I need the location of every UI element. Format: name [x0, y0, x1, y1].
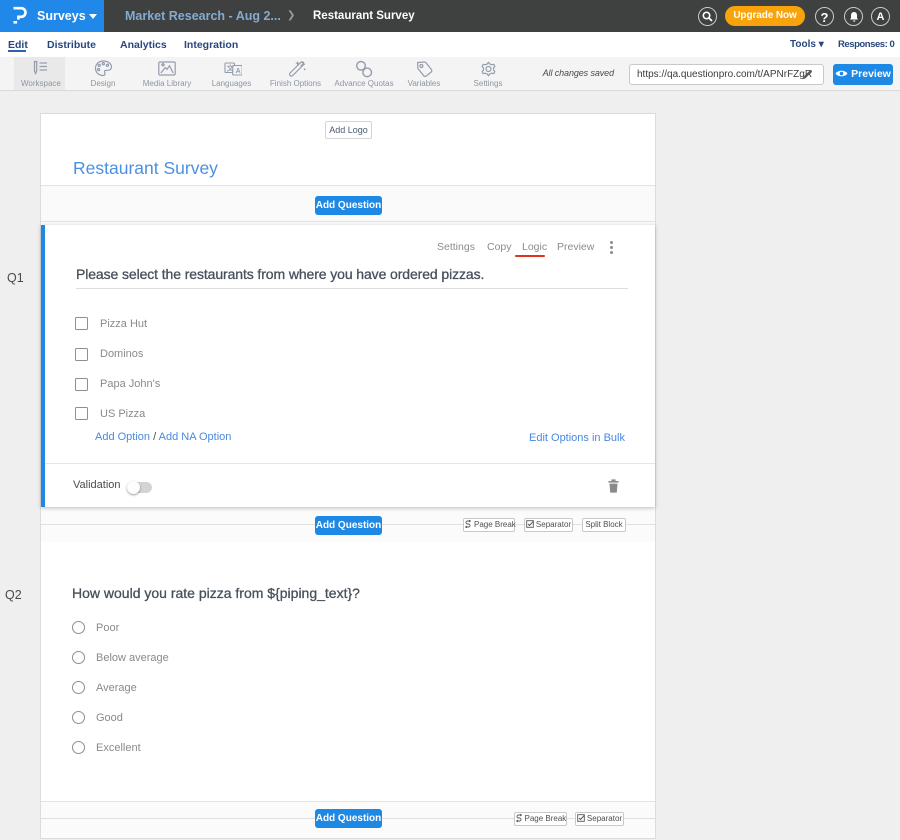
svg-text:文: 文: [227, 64, 235, 73]
svg-text:A: A: [236, 68, 241, 75]
